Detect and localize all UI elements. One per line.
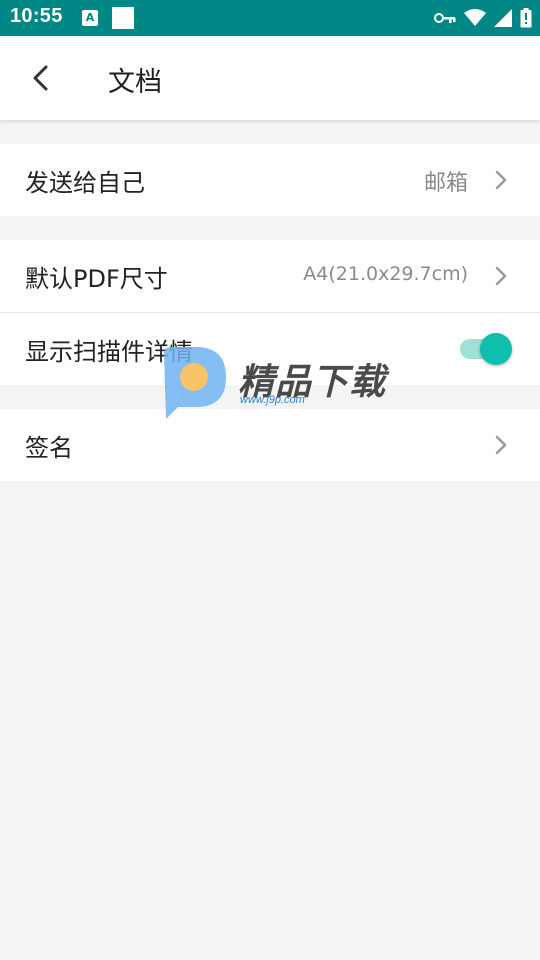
show-scan-details-label: 显示扫描件详情	[25, 338, 193, 366]
back-button[interactable]	[22, 58, 62, 98]
chevron-right-icon	[495, 170, 507, 190]
cellular-signal-icon	[494, 9, 512, 27]
page-title: 文档	[108, 67, 162, 98]
chevron-right-icon	[495, 435, 507, 455]
default-pdf-size-value: A4(21.0x29.7cm)	[303, 263, 468, 285]
toggle-thumb	[480, 333, 512, 365]
send-to-self-label: 发送给自己	[25, 169, 145, 197]
default-pdf-size-row[interactable]: 默认PDF尺寸 A4(21.0x29.7cm)	[0, 240, 540, 312]
wifi-icon	[464, 9, 486, 27]
notification-square-icon	[112, 7, 134, 29]
show-scan-details-toggle[interactable]	[458, 333, 514, 365]
signature-row[interactable]: 签名	[0, 409, 540, 481]
send-to-self-row[interactable]: 发送给自己 邮箱	[0, 144, 540, 216]
notification-a-icon: A	[82, 10, 98, 26]
vpn-key-icon	[434, 11, 456, 25]
app-bar: 文档	[0, 36, 540, 120]
watermark-url: www.j9p.com	[240, 394, 305, 406]
signature-label: 签名	[25, 434, 73, 462]
back-arrow-icon	[33, 65, 48, 91]
show-scan-details-row: 显示扫描件详情	[0, 313, 540, 385]
status-bar: 10:55 A	[0, 0, 540, 36]
status-icons	[434, 7, 532, 29]
chevron-right-icon	[495, 266, 507, 286]
battery-icon	[520, 8, 532, 28]
status-time: 10:55	[10, 5, 63, 27]
send-to-self-value: 邮箱	[423, 171, 468, 196]
default-pdf-size-label: 默认PDF尺寸	[25, 265, 168, 293]
